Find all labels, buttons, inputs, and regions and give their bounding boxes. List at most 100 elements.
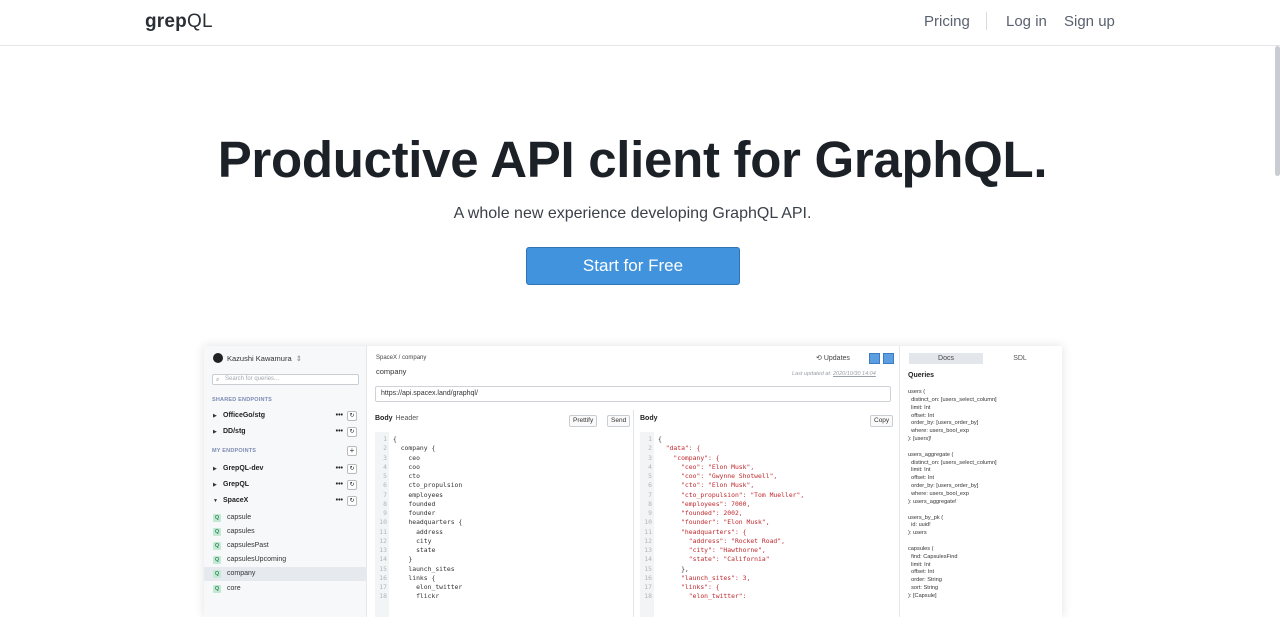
code-text: founder [393, 509, 436, 517]
line-number: 6 [383, 481, 387, 490]
code-line: 17 elon_twitter [375, 583, 462, 592]
pricing-link[interactable]: Pricing [924, 13, 970, 30]
caret-right-icon: ▶ [213, 482, 217, 488]
body-tab[interactable]: Body [375, 415, 393, 422]
line-number: 18 [644, 592, 652, 601]
line-number: 11 [379, 527, 387, 536]
code-text: employees [393, 490, 444, 499]
line-number: 13 [644, 546, 652, 554]
code-line: 5 "coo": "Gwynne Shotwell", [640, 472, 804, 481]
refresh-icon[interactable]: ↻ [347, 480, 357, 490]
code-line: 7 employees [375, 491, 462, 500]
code-line: 16 "launch_sites": 3, [640, 574, 804, 583]
line-number: 4 [648, 462, 652, 471]
query-item[interactable]: Qcore [204, 582, 367, 596]
endpoint-url-input[interactable]: https://api.spacex.land/graphql/ [375, 386, 891, 402]
docs-tab[interactable]: Docs [909, 353, 983, 364]
code-text: "elon_twitter": [658, 592, 747, 601]
chevron-updown-icon: ⇕ [295, 353, 302, 363]
code-line: 6 "cto": "Elon Musk", [640, 481, 804, 490]
more-icon[interactable]: ••• [336, 479, 343, 491]
page-scrollbar[interactable] [1275, 46, 1280, 176]
code-text: city [393, 536, 432, 545]
pane-divider[interactable] [633, 410, 634, 617]
hero-title: Productive API client for GraphQL. [217, 131, 1048, 188]
code-text: state [393, 546, 436, 554]
search-icon: ⌕ [216, 377, 220, 383]
more-icon[interactable]: ••• [336, 495, 343, 507]
endpoint-label: GrepQL-dev [223, 465, 264, 472]
history-icon: ⟲ [816, 355, 822, 362]
refresh-icon[interactable]: ↻ [347, 427, 357, 437]
refresh-icon[interactable]: ↻ [347, 496, 357, 506]
code-text: "address": "Rocket Road", [658, 536, 785, 545]
docs-panel: Docs SDL Queries users ( distinct_on: [u… [899, 346, 1062, 617]
line-number: 5 [648, 472, 652, 480]
refresh-icon[interactable]: ↻ [347, 464, 357, 474]
code-text: } [393, 555, 413, 564]
query-item[interactable]: Qcapsule [204, 511, 367, 525]
logo[interactable]: grepQL [145, 11, 213, 33]
endpoint-item[interactable]: ▶ GrepQL ••• ↻ [213, 479, 359, 491]
send-button[interactable]: Send [607, 415, 631, 427]
query-label: core [227, 585, 241, 592]
logo-rest: QL [186, 11, 213, 32]
code-line: 11 address [375, 528, 462, 537]
updates-label: Updates [823, 355, 850, 362]
layout-grid-icon[interactable] [883, 353, 894, 364]
code-line: 9 "founded": 2002, [640, 509, 804, 518]
line-number: 11 [644, 527, 652, 536]
updates-button[interactable]: ⟲ Updates [816, 354, 850, 362]
logo-bold: grep [145, 11, 187, 32]
signup-link[interactable]: Sign up [1064, 13, 1115, 30]
line-number: 9 [383, 509, 387, 517]
line-number: 1 [648, 435, 652, 443]
more-icon[interactable]: ••• [336, 426, 343, 438]
line-number: 7 [648, 490, 652, 499]
code-text: "city": "Hawthorne", [658, 546, 766, 554]
line-number: 3 [648, 453, 652, 462]
sdl-tab[interactable]: SDL [1000, 353, 1040, 364]
more-icon[interactable]: ••• [336, 410, 343, 422]
layout-split-icon[interactable] [869, 353, 880, 364]
line-number: 18 [379, 592, 387, 601]
code-text: { [658, 435, 662, 443]
code-line: 7 "cto_propulsion": "Tom Mueller", [640, 491, 804, 500]
endpoint-item[interactable]: ▶ DD/stg ••• ↻ [213, 426, 359, 438]
copy-button[interactable]: Copy [870, 415, 894, 427]
line-number: 15 [379, 564, 387, 573]
query-search-input[interactable]: ⌕ Search for queries... [212, 374, 359, 385]
avatar [213, 353, 223, 363]
refresh-icon[interactable]: ↻ [347, 411, 357, 421]
search-placeholder: Search for queries... [225, 376, 280, 382]
query-editor[interactable]: 1{2 company {3 ceo 4 coo 5 cto 6 cto_propul… [375, 435, 462, 602]
query-item[interactable]: Qcapsules [204, 525, 367, 539]
login-link[interactable]: Log in [1006, 13, 1047, 30]
endpoint-item[interactable]: ▶ GrepQL-dev ••• ↻ [213, 463, 359, 475]
endpoint-item[interactable]: ▶ OfficeGo/stg ••• ↻ [213, 410, 359, 422]
caret-right-icon: ▶ [213, 429, 217, 435]
code-line: 8 "employees": 7000, [640, 500, 804, 509]
add-endpoint-icon[interactable]: + [347, 446, 357, 456]
header-tab[interactable]: Header [396, 415, 419, 422]
code-line: 5 cto [375, 472, 462, 481]
code-text: "data": { [658, 444, 701, 453]
code-line: 6 cto_propulsion [375, 481, 462, 490]
endpoint-item[interactable]: ▼ SpaceX ••• ↻ [213, 495, 359, 507]
query-icon: Q [213, 542, 221, 550]
query-item[interactable]: QcapsulesPast [204, 539, 367, 553]
query-item[interactable]: QcapsulesUpcoming [204, 553, 367, 567]
start-for-free-button[interactable]: Start for Free [526, 247, 740, 285]
code-text: founded [393, 499, 436, 508]
line-number: 17 [644, 583, 652, 591]
breadcrumb: SpaceX / company [376, 355, 427, 361]
code-text: cto_propulsion [393, 481, 463, 490]
query-icon: Q [213, 514, 221, 522]
query-item-selected[interactable]: Qcompany [204, 567, 367, 581]
code-line: 15 }, [640, 565, 804, 574]
more-icon[interactable]: ••• [336, 463, 343, 475]
user-menu[interactable]: Kazushi Kawamura ⇕ [213, 353, 302, 363]
prettify-button[interactable]: Prettify [569, 415, 598, 427]
result-viewer: 1{2 "data": {3 "company": {4 "ceo": "Elo… [640, 435, 804, 602]
result-body-label: Body [640, 415, 658, 422]
